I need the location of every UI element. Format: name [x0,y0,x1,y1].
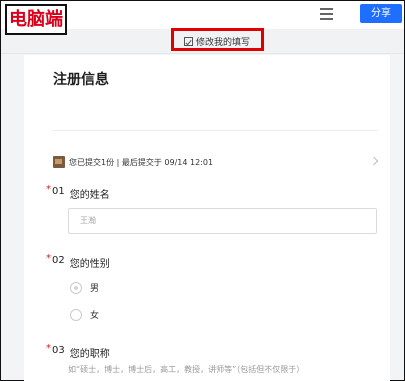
question-label: 您的性别 [69,259,110,270]
question-number: 03 [52,345,65,356]
edit-highlight-box [171,28,264,51]
radio-button[interactable] [70,308,82,321]
divider [52,130,378,131]
question-number: 01 [52,186,65,197]
gender-option-male[interactable]: 男 [70,281,99,294]
gender-option-female[interactable]: 女 [70,308,99,321]
question-number: 02 [52,255,65,266]
submission-info[interactable]: 您已提交1份 | 最后提交于 09/14 12:01 [53,156,213,168]
required-mark: * [46,184,51,195]
name-input[interactable]: 王瀚 [68,208,377,234]
option-label: 男 [90,284,100,294]
radio-button[interactable] [70,281,82,294]
question-name-title: * 01 您的姓名 [46,184,110,202]
hamburger-icon[interactable] [320,8,333,20]
platform-label: 电脑端 [5,4,67,35]
chevron-right-icon[interactable] [369,156,379,166]
required-mark: * [46,343,51,354]
share-button[interactable]: 分享 [360,4,402,23]
required-mark: * [46,253,51,264]
question-label: 您的职称 [69,349,110,360]
form-card: 注册信息 您已提交1份 | 最后提交于 09/14 12:01 * 01 您的姓… [24,55,390,381]
question-description: 如“硕士，博士，博士后，高工，教授，讲师等”（包括但不仅限于） [68,365,305,374]
avatar [53,156,65,168]
option-label: 女 [90,311,100,321]
question-gender-title: * 02 您的性别 [46,253,110,271]
submission-info-text: 您已提交1份 | 最后提交于 09/14 12:01 [69,157,214,167]
page-title: 注册信息 [53,72,109,88]
question-title-title: * 03 您的职称 [46,343,110,361]
question-label: 您的姓名 [69,190,110,201]
